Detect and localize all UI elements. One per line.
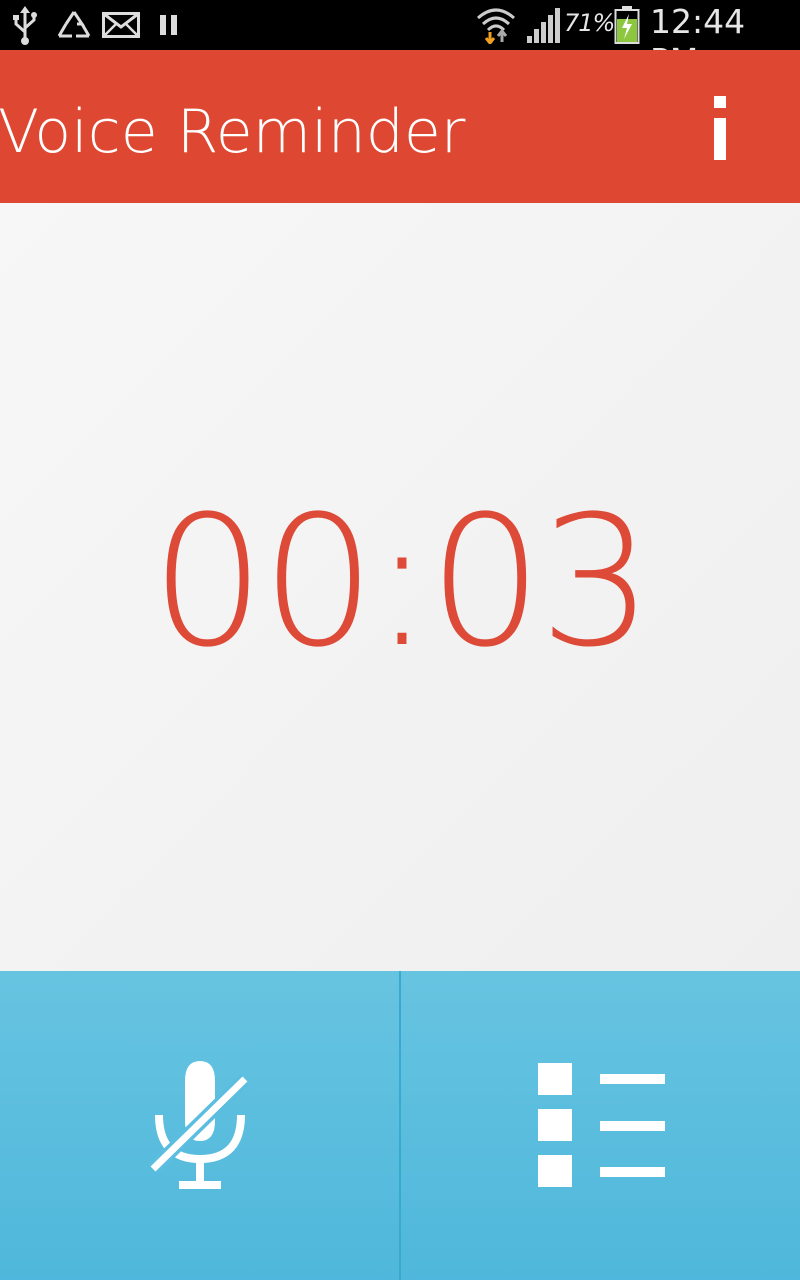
status-bar: 71% 12:44 PM xyxy=(0,0,800,80)
record-button[interactable] xyxy=(0,971,399,1280)
timer-area: 00:03 xyxy=(0,203,800,971)
pause-icon xyxy=(160,15,177,35)
recycle-icon xyxy=(57,11,91,38)
mail-icon xyxy=(102,12,140,38)
info-icon xyxy=(714,96,726,160)
info-button[interactable] xyxy=(690,90,750,170)
app-bar: Voice Reminder xyxy=(0,50,800,203)
bottom-bar xyxy=(0,971,800,1280)
battery-percentage: 71% xyxy=(564,9,615,37)
microphone-off-icon xyxy=(148,1061,250,1189)
battery-charging-icon xyxy=(614,6,640,44)
app-title: Voice Reminder xyxy=(0,97,466,167)
timer-display: 00:03 xyxy=(150,478,654,687)
list-button[interactable] xyxy=(401,971,800,1280)
signal-icon xyxy=(527,8,560,43)
screen: 71% 12:44 PM Voice Reminder 00:03 xyxy=(0,0,800,1280)
wifi-icon xyxy=(477,8,515,44)
list-icon xyxy=(538,1063,665,1187)
usb-icon xyxy=(13,6,37,45)
